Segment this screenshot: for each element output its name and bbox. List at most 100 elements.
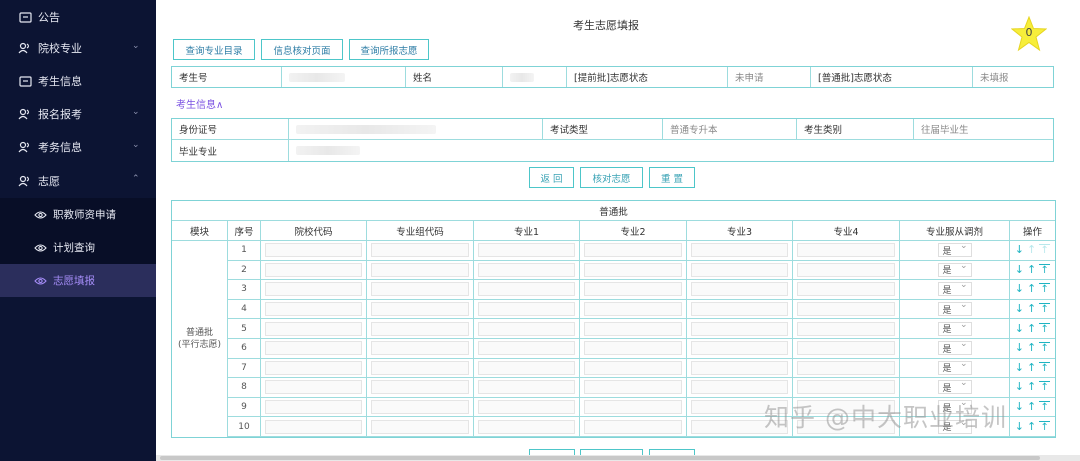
grid-input[interactable] [371,282,469,297]
move-down-icon[interactable]: ↓ [1015,420,1024,433]
grid-input[interactable] [584,243,682,258]
adjust-select[interactable]: 是 [937,300,972,317]
grid-input[interactable] [265,321,362,336]
grid-input[interactable] [265,282,362,297]
query-major-catalog-button[interactable]: 查询专业目录 [173,39,255,60]
adjust-select[interactable]: 是 [937,261,972,277]
sidebar-subitem-volunteer-fill[interactable]: 志愿填报 [0,264,156,297]
grid-input[interactable] [584,400,682,415]
back-button[interactable]: 返 回 [529,167,574,188]
check-volunteer-button[interactable]: 核对志愿 [580,167,643,188]
grid-input[interactable] [797,360,895,375]
grid-input[interactable] [797,321,895,336]
move-top-icon[interactable]: ↑ [1039,420,1051,433]
grid-input[interactable] [797,302,895,317]
move-down-icon[interactable]: ↓ [1015,303,1024,315]
grid-input[interactable] [478,321,575,336]
sidebar-item-notice[interactable]: 公告 [0,0,156,33]
query-applied-volunteer-button[interactable]: 查询所报志愿 [349,39,429,60]
move-down-icon[interactable]: ↓ [1015,361,1024,374]
grid-input[interactable] [371,321,469,336]
move-top-icon[interactable]: ↑ [1039,303,1051,315]
move-top-icon[interactable]: ↑ [1039,361,1051,374]
move-top-icon[interactable]: ↑ [1039,283,1051,295]
move-down-icon[interactable]: ↓ [1015,381,1024,393]
grid-input[interactable] [691,360,788,375]
move-top-icon[interactable]: ↑ [1039,244,1051,256]
move-down-icon[interactable]: ↓ [1015,263,1024,276]
move-top-icon[interactable]: ↑ [1039,401,1051,413]
star-badge[interactable]: 0 [1010,15,1048,52]
grid-input[interactable] [691,341,788,356]
grid-input[interactable] [371,360,469,375]
grid-input[interactable] [478,243,575,258]
grid-input[interactable] [265,243,362,258]
move-down-icon[interactable]: ↓ [1015,244,1024,256]
grid-input[interactable] [371,400,469,415]
grid-input[interactable] [584,360,682,375]
move-top-icon[interactable]: ↑ [1039,322,1051,335]
adjust-select[interactable]: 是 [937,320,972,336]
grid-input[interactable] [584,419,682,434]
grid-input[interactable] [371,243,469,258]
grid-input[interactable] [265,360,362,375]
sidebar-subitem-plan-query[interactable]: 计划查询 [0,231,156,264]
move-up-icon[interactable]: ↑ [1027,283,1036,295]
grid-input[interactable] [691,321,788,336]
grid-input[interactable] [371,419,469,434]
grid-input[interactable] [797,262,895,277]
horizontal-scrollbar[interactable] [156,455,1080,461]
sidebar-item-registration[interactable]: 报名报考 ⌄ [0,97,156,130]
move-up-icon[interactable]: ↑ [1027,263,1036,276]
grid-input[interactable] [691,262,788,277]
grid-input[interactable] [478,341,575,356]
sidebar-item-student-info[interactable]: 考生信息 [0,64,156,97]
move-up-icon[interactable]: ↑ [1027,322,1036,335]
grid-input[interactable] [265,400,362,415]
grid-input[interactable] [371,262,469,277]
move-down-icon[interactable]: ↓ [1015,322,1024,335]
move-down-icon[interactable]: ↓ [1015,401,1024,413]
grid-input[interactable] [797,380,895,395]
grid-input[interactable] [797,243,895,258]
move-down-icon[interactable]: ↓ [1015,342,1024,354]
grid-input[interactable] [478,262,575,277]
reset-button[interactable]: 重 置 [649,167,695,188]
grid-input[interactable] [797,282,895,297]
move-up-icon[interactable]: ↑ [1027,381,1036,393]
grid-input[interactable] [478,419,575,434]
grid-input[interactable] [478,282,575,297]
grid-input[interactable] [584,262,682,277]
grid-input[interactable] [691,282,788,297]
grid-input[interactable] [265,262,362,277]
grid-input[interactable] [691,302,788,317]
grid-input[interactable] [584,341,682,356]
adjust-select[interactable]: 是 [937,241,972,258]
info-check-page-button[interactable]: 信息核对页面 [261,39,343,60]
adjust-select[interactable]: 是 [937,359,972,375]
grid-input[interactable] [584,302,682,317]
grid-input[interactable] [584,380,682,395]
grid-input[interactable] [478,302,575,317]
move-top-icon[interactable]: ↑ [1039,381,1051,393]
move-up-icon[interactable]: ↑ [1027,244,1036,256]
grid-input[interactable] [478,380,575,395]
grid-input[interactable] [478,400,575,415]
move-up-icon[interactable]: ↑ [1027,361,1036,374]
grid-input[interactable] [265,380,362,395]
adjust-select[interactable]: 是 [937,378,972,395]
grid-input[interactable] [584,321,682,336]
move-up-icon[interactable]: ↑ [1027,420,1036,433]
grid-input[interactable] [371,341,469,356]
scrollbar-thumb[interactable] [160,456,1040,460]
grid-input[interactable] [265,302,362,317]
sidebar-item-colleges[interactable]: 院校专业 ⌄ [0,31,156,64]
move-down-icon[interactable]: ↓ [1015,283,1024,295]
adjust-select[interactable]: 是 [937,339,972,356]
grid-input[interactable] [265,419,362,434]
student-info-toggle[interactable]: 考生信息∧ [176,96,223,111]
move-up-icon[interactable]: ↑ [1027,401,1036,413]
sidebar-item-exam-affairs[interactable]: 考务信息 ⌄ [0,130,156,163]
grid-input[interactable] [691,380,788,395]
move-top-icon[interactable]: ↑ [1039,342,1051,354]
